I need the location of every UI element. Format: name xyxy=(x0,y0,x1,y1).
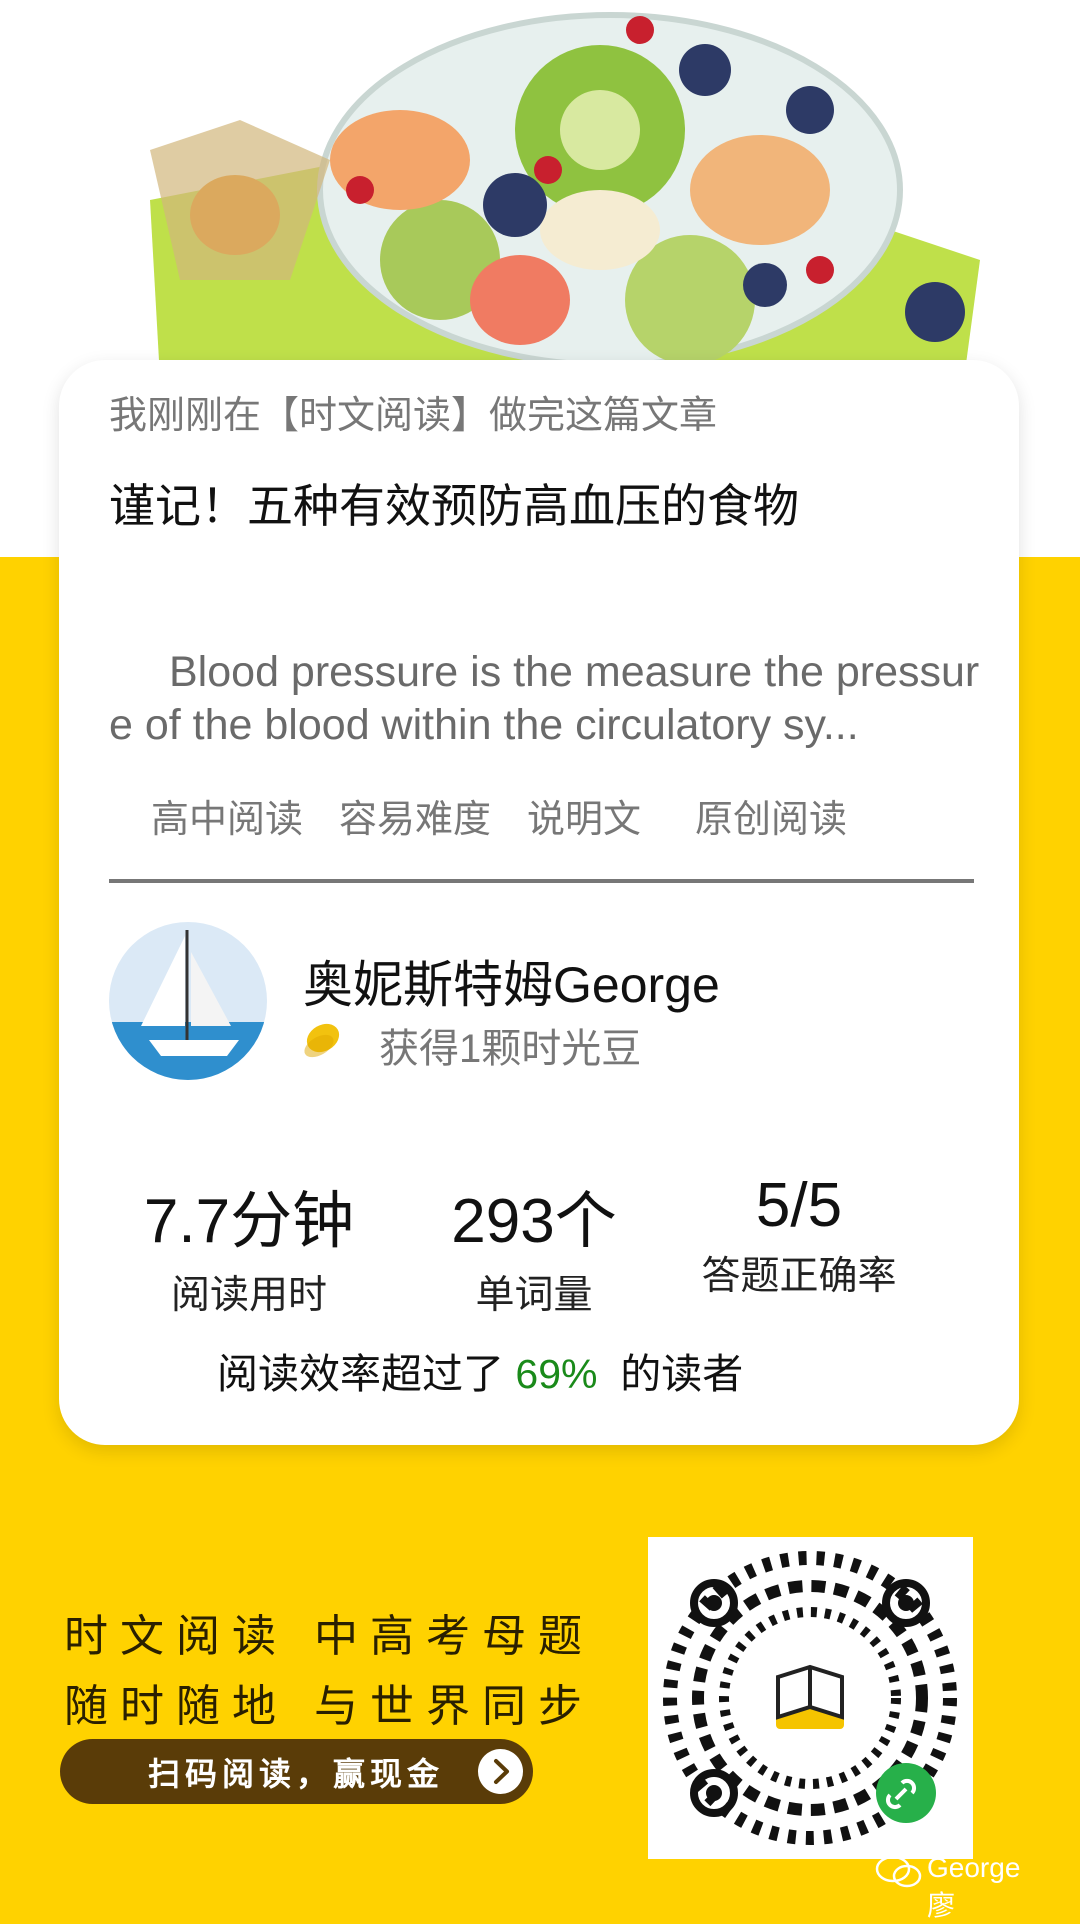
sailboat-avatar-icon xyxy=(109,922,267,1080)
stat-accuracy: 5/5 答题正确率 xyxy=(699,1170,899,1301)
stat-label: 阅读用时 xyxy=(170,1274,327,1317)
bean-icon xyxy=(304,1023,340,1058)
scan-read-button[interactable]: 扫码阅读，赢现金 xyxy=(60,1739,533,1804)
efficiency-suffix: 的读者 xyxy=(597,1351,744,1397)
article-excerpt: Blood pressure is the measure the pressu… xyxy=(109,648,980,749)
result-card: 我刚刚在【时文阅读】做完这篇文章 谨记！五种有效预防高血压的食物 Blood p… xyxy=(59,360,1019,1445)
divider xyxy=(109,879,974,883)
qr-code-icon xyxy=(663,1551,957,1845)
stat-value: 7.7分钟 xyxy=(143,1187,355,1256)
arrow-right-icon xyxy=(478,1749,523,1794)
watermark: George廖 xyxy=(875,1850,1045,1921)
wechat-icon xyxy=(875,1856,922,1888)
promo-line-2: 随时随地 与世界同步 xyxy=(64,1681,594,1732)
scan-read-label: 扫码阅读，赢现金 xyxy=(148,1755,445,1793)
watermark-text: George廖 xyxy=(927,1852,1021,1921)
tag-difficulty: 容易难度 xyxy=(339,799,492,841)
stat-value: 5/5 xyxy=(755,1171,843,1240)
efficiency-line: 阅读效率超过了 69% 的读者 xyxy=(217,1340,743,1400)
reward-text: 获得1颗时光豆 xyxy=(379,1027,642,1071)
article-tags: 高中阅读 容易难度 说明文 原创阅读 xyxy=(151,788,883,843)
tag-genre: 说明文 xyxy=(527,799,642,841)
avatar xyxy=(109,922,267,1080)
stat-value: 293个 xyxy=(451,1187,617,1256)
stat-word-count: 293个 单词量 xyxy=(444,1170,624,1320)
efficiency-prefix: 阅读效率超过了 xyxy=(217,1351,516,1397)
user-name: 奥妮斯特姆George xyxy=(303,957,720,1013)
tag-level: 高中阅读 xyxy=(151,799,304,841)
stat-label: 答题正确率 xyxy=(701,1255,897,1298)
stat-label: 单词量 xyxy=(475,1274,593,1317)
stat-reading-time: 7.7分钟 阅读用时 xyxy=(139,1170,359,1320)
article-title[interactable]: 谨记！五种有效预防高血压的食物 xyxy=(109,470,799,536)
promo-line-1: 时文阅读 中高考母题 xyxy=(64,1611,594,1662)
card-intro: 我刚刚在【时文阅读】做完这篇文章 xyxy=(109,395,718,437)
efficiency-percent: 69% xyxy=(515,1351,598,1397)
tag-source: 原创阅读 xyxy=(695,799,848,841)
mini-program-qr-code[interactable] xyxy=(648,1537,973,1859)
